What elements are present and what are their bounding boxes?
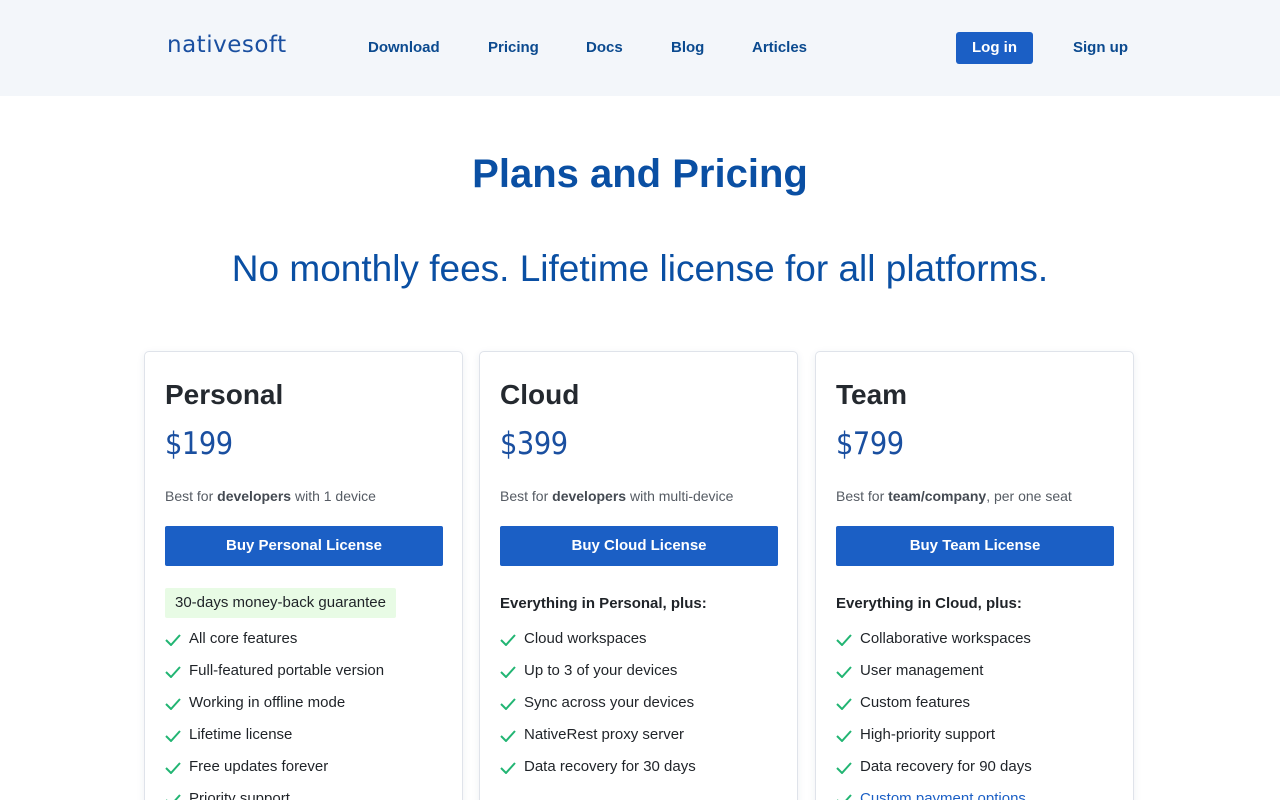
plan-audience: Best for developers with 1 device — [165, 488, 376, 504]
feature-item: Data recovery for 90 days — [836, 758, 1032, 790]
feature-list: Cloud workspaces Up to 3 of your devices… — [500, 630, 696, 790]
page-subtitle: No monthly fees. Lifetime license for al… — [231, 248, 1049, 289]
feature-item: High-priority support — [836, 726, 1032, 758]
login-button[interactable]: Log in — [956, 32, 1033, 64]
feature-item: Lifetime license — [165, 726, 384, 758]
plan-audience: Best for developers with multi-device — [500, 488, 734, 504]
feature-item: Custom features — [836, 694, 1032, 726]
feature-item: Working in offline mode — [165, 694, 384, 726]
feature-item: Up to 3 of your devices — [500, 662, 696, 694]
checkmark-icon — [836, 666, 852, 678]
nav-articles[interactable]: Articles — [752, 39, 807, 56]
checkmark-icon — [165, 634, 181, 646]
checkmark-icon — [500, 698, 516, 710]
checkmark-icon — [836, 762, 852, 774]
checkmark-icon — [500, 730, 516, 742]
feature-item: NativeRest proxy server — [500, 726, 696, 758]
feature-item: User management — [836, 662, 1032, 694]
site-header: nativesoft Download Pricing Docs Blog Ar… — [0, 0, 1280, 96]
feature-item: All core features — [165, 630, 384, 662]
checkmark-icon — [165, 730, 181, 742]
guarantee-badge: 30-days money-back guarantee — [165, 588, 396, 618]
buy-team-button[interactable]: Buy Team License — [836, 526, 1114, 566]
page-title: Plans and Pricing — [472, 152, 808, 196]
checkmark-icon — [166, 794, 181, 800]
feature-item: Data recovery for 30 days — [500, 758, 696, 790]
plan-card-cloud: Cloud $399 Best for developers with mult… — [479, 351, 798, 800]
plan-price: $799 — [836, 426, 904, 462]
feature-item: Cloud workspaces — [500, 630, 696, 662]
custom-payment-link[interactable]: Custom payment options — [860, 790, 1026, 800]
checkmark-icon — [836, 730, 852, 742]
nav-docs[interactable]: Docs — [586, 39, 623, 56]
includes-heading: Everything in Personal, plus: — [500, 595, 707, 612]
buy-cloud-button[interactable]: Buy Cloud License — [500, 526, 778, 566]
feature-item: Collaborative workspaces — [836, 630, 1032, 662]
plan-price: $399 — [500, 426, 568, 462]
checkmark-icon — [500, 762, 516, 774]
feature-item: Full-featured portable version — [165, 662, 384, 694]
plan-name: Personal — [165, 379, 284, 410]
buy-personal-button[interactable]: Buy Personal License — [165, 526, 443, 566]
checkmark-icon — [165, 666, 181, 678]
includes-heading: Everything in Cloud, plus: — [836, 595, 1022, 612]
feature-item: Sync across your devices — [500, 694, 696, 726]
checkmark-icon — [837, 794, 852, 800]
feature-list: All core features Full-featured portable… — [165, 630, 384, 800]
checkmark-icon — [165, 762, 181, 774]
plan-price: $199 — [165, 426, 233, 462]
feature-item: Priority support — [165, 790, 384, 800]
nav-download[interactable]: Download — [368, 39, 440, 56]
checkmark-icon — [836, 698, 852, 710]
signup-link[interactable]: Sign up — [1073, 39, 1128, 56]
checkmark-icon — [165, 698, 181, 710]
checkmark-icon — [836, 634, 852, 646]
nav-blog[interactable]: Blog — [671, 39, 704, 56]
plan-name: Team — [836, 379, 908, 410]
feature-item-link[interactable]: Custom payment options — [836, 790, 1032, 800]
logo[interactable]: nativesoft — [167, 32, 287, 58]
plan-card-team: Team $799 Best for team/company, per one… — [815, 351, 1134, 800]
checkmark-icon — [500, 634, 516, 646]
checkmark-icon — [500, 666, 516, 678]
feature-list: Collaborative workspaces User management… — [836, 630, 1032, 800]
plan-card-personal: Personal $199 Best for developers with 1… — [144, 351, 463, 800]
nav-pricing[interactable]: Pricing — [488, 39, 539, 56]
plan-name: Cloud — [500, 379, 580, 410]
feature-item: Free updates forever — [165, 758, 384, 790]
plan-audience: Best for team/company, per one seat — [836, 488, 1072, 504]
